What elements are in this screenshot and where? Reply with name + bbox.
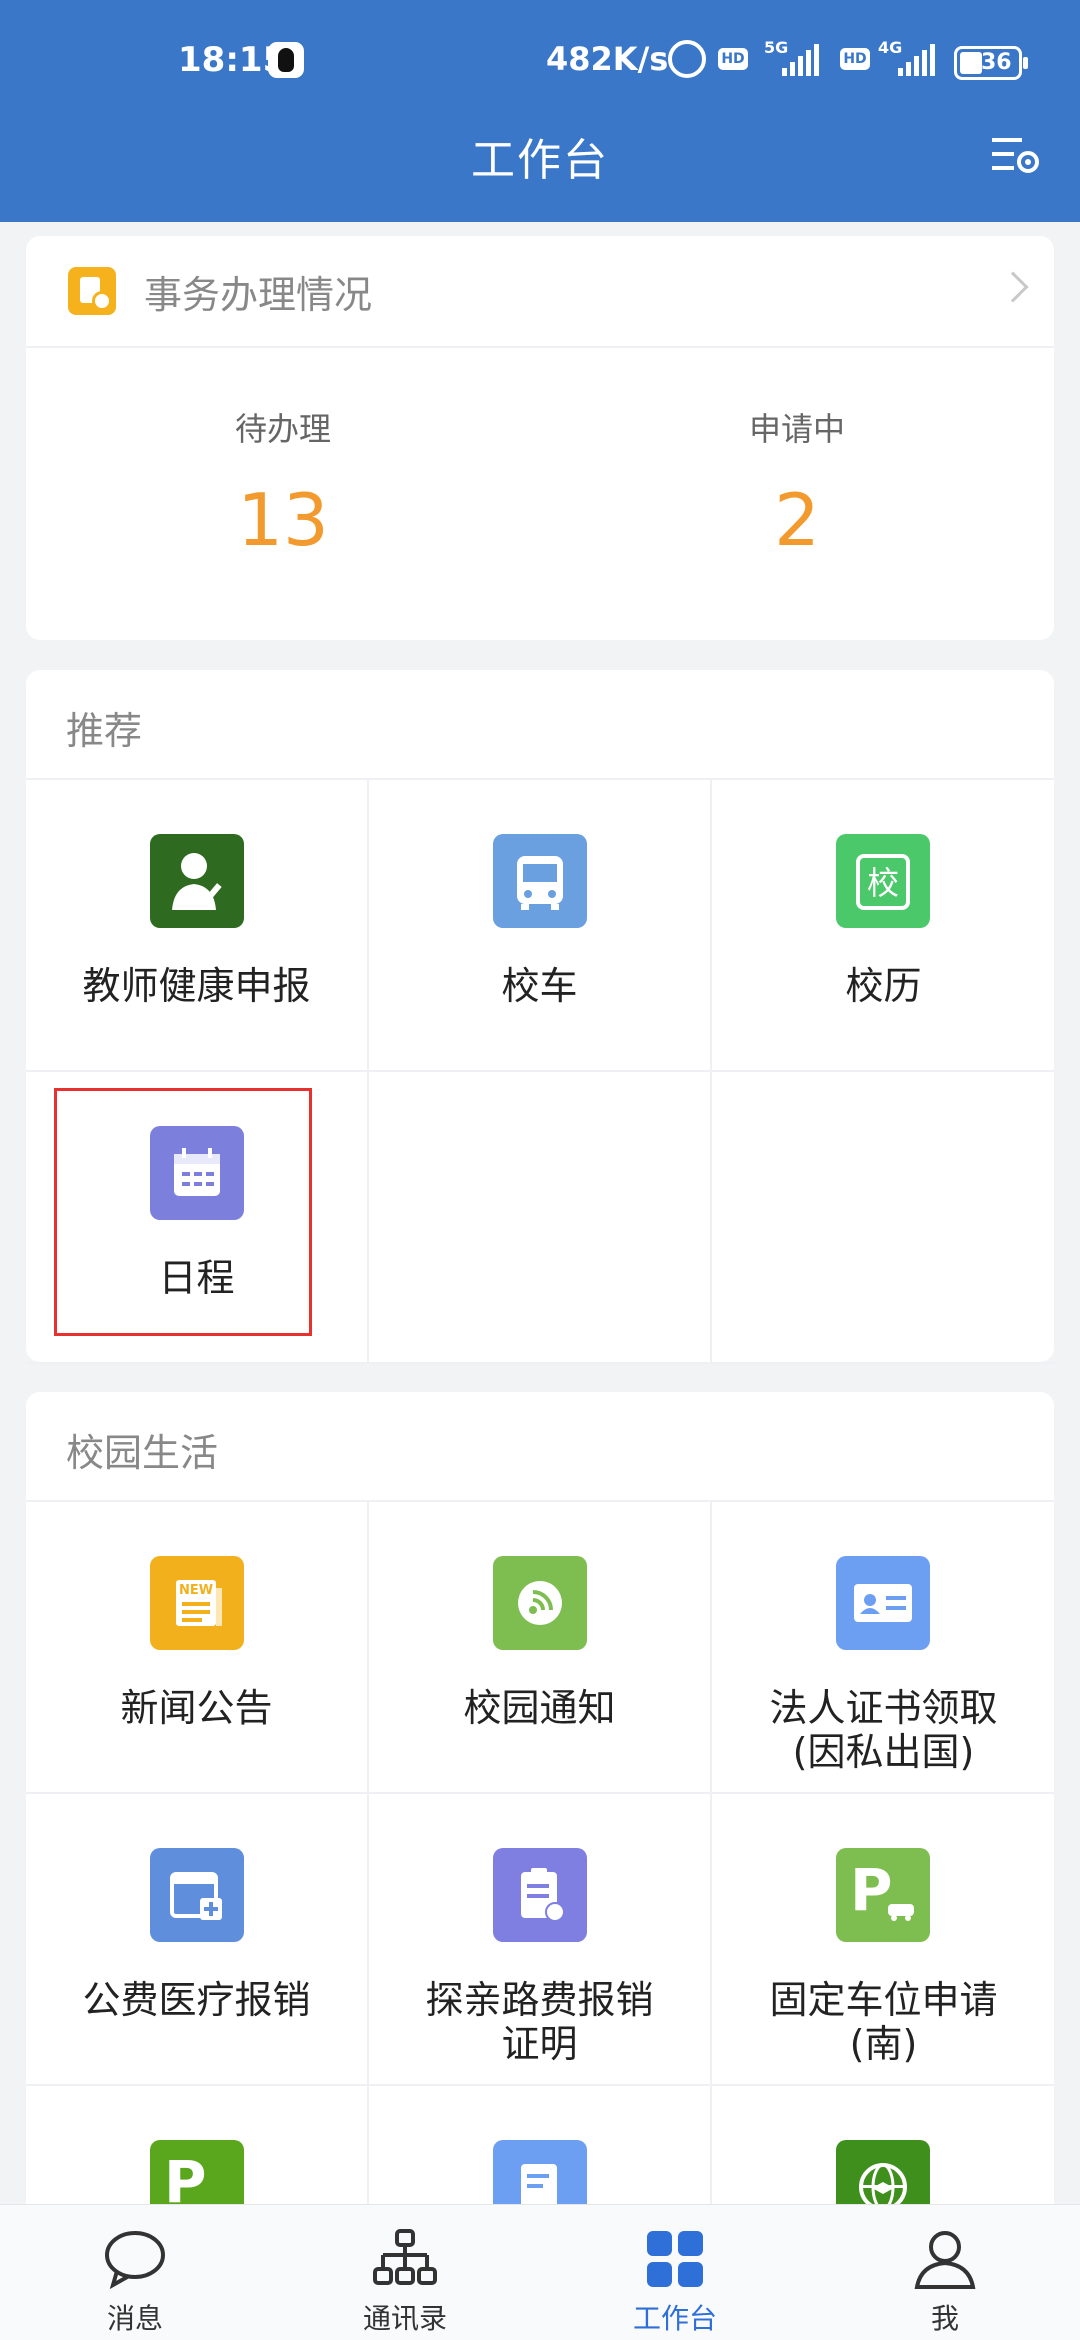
- stat-pending[interactable]: 待办理 13: [26, 404, 540, 560]
- bottom-nav: 消息 通讯录 工作台 我: [0, 2204, 1080, 2340]
- person-icon: [914, 2231, 976, 2289]
- nav-workbench[interactable]: 工作台: [540, 2205, 810, 2340]
- affairs-document-icon: [68, 267, 116, 315]
- bus-icon: [493, 834, 587, 928]
- affairs-title: 事务办理情况: [144, 273, 373, 317]
- qq-notification-icon: [268, 42, 304, 78]
- list-settings-icon: [992, 138, 1039, 173]
- app-header: 18:15 482K/s HD 5G HD 4G 36 工作台: [0, 0, 1080, 222]
- battery-level: 36: [981, 50, 1012, 75]
- medical-calendar-icon: [150, 1848, 244, 1942]
- hd-icon: HD: [718, 48, 748, 70]
- app-label: 校历: [845, 964, 922, 1008]
- stat-applying[interactable]: 申请中 2: [540, 404, 1054, 560]
- grid-icon: [647, 2231, 703, 2287]
- empty-cell: [712, 1072, 1055, 1364]
- chevron-right-icon: [997, 271, 1029, 303]
- app-fixed-parking[interactable]: P 固定车位申请(南): [712, 1794, 1055, 2086]
- app-medical-reimburse[interactable]: 公费医疗报销: [26, 1794, 369, 2086]
- app-school-bus[interactable]: 校车: [369, 780, 712, 1072]
- nav-label: 消息: [106, 2302, 163, 2335]
- nav-label: 工作台: [632, 2302, 717, 2335]
- app-label: 探亲路费报销证明: [425, 1978, 654, 2066]
- signal-bars-icon-2: [898, 44, 938, 76]
- app-label: 新闻公告: [120, 1686, 273, 1730]
- status-bar: 18:15 482K/s HD 5G HD 4G 36: [0, 28, 1080, 88]
- nav-label: 通讯录: [362, 2302, 447, 2335]
- campus-life-title: 校园生活: [66, 1431, 219, 1475]
- nav-me[interactable]: 我: [810, 2205, 1080, 2340]
- app-news[interactable]: NEW 新闻公告: [26, 1502, 369, 1794]
- news-glyph: NEW: [178, 1583, 214, 1598]
- page-title: 工作台: [471, 135, 609, 186]
- app-school-calendar[interactable]: 校 校历: [712, 780, 1055, 1072]
- settings-button[interactable]: [990, 132, 1042, 180]
- app-legal-cert[interactable]: 法人证书领取(因私出国): [712, 1502, 1055, 1794]
- app-label: 固定车位申请(南): [769, 1978, 998, 2066]
- stat-pending-label: 待办理: [234, 410, 331, 448]
- battery-icon: 36: [954, 46, 1028, 80]
- app-campus-notice[interactable]: 校园通知: [369, 1502, 712, 1794]
- school-calendar-glyph: 校: [866, 864, 899, 902]
- app-label: 校车: [501, 964, 578, 1008]
- stat-applying-value: 2: [774, 478, 820, 562]
- selection-highlight-box: [54, 1088, 312, 1336]
- app-label: 校园通知: [463, 1686, 616, 1730]
- nav-label: 我: [930, 2302, 959, 2335]
- app-teacher-health[interactable]: 教师健康申报: [26, 780, 369, 1072]
- nav-messages[interactable]: 消息: [0, 2205, 270, 2340]
- message-bubble-icon: [105, 2231, 165, 2290]
- notice-rss-icon: [493, 1556, 587, 1650]
- news-icon: NEW: [150, 1556, 244, 1650]
- alarm-icon: [668, 40, 706, 78]
- campus-life-card: 校园生活 NEW 新闻公告 校园通知 法人证书领取(因私出国) 公费医疗报销 探…: [26, 1392, 1055, 2340]
- org-chart-icon: [373, 2229, 437, 2285]
- teacher-health-icon: [150, 834, 244, 928]
- affairs-header[interactable]: 事务办理情况: [26, 236, 1054, 348]
- app-label: 公费医疗报销: [82, 1978, 311, 2022]
- stat-applying-label: 申请中: [748, 410, 845, 448]
- stat-pending-value: 13: [237, 478, 329, 562]
- nav-contacts[interactable]: 通讯录: [270, 2205, 540, 2340]
- app-label: 教师健康申报: [82, 964, 311, 1008]
- affairs-card: 事务办理情况 待办理 13 申请中 2: [26, 236, 1054, 640]
- recommend-title: 推荐: [66, 709, 143, 753]
- signal-bars-icon: [782, 44, 822, 76]
- id-card-icon: [836, 1556, 930, 1650]
- app-visit-travel-reimburse[interactable]: 探亲路费报销证明: [369, 1794, 712, 2086]
- network-speed: 482K/s: [546, 40, 669, 78]
- empty-cell: [369, 1072, 712, 1364]
- reimburse-clipboard-icon: [493, 1848, 587, 1942]
- school-calendar-icon: 校: [836, 834, 930, 928]
- parking-icon: P: [836, 1848, 930, 1942]
- app-label: 法人证书领取(因私出国): [769, 1686, 998, 1774]
- hd-icon-2: HD: [840, 48, 870, 70]
